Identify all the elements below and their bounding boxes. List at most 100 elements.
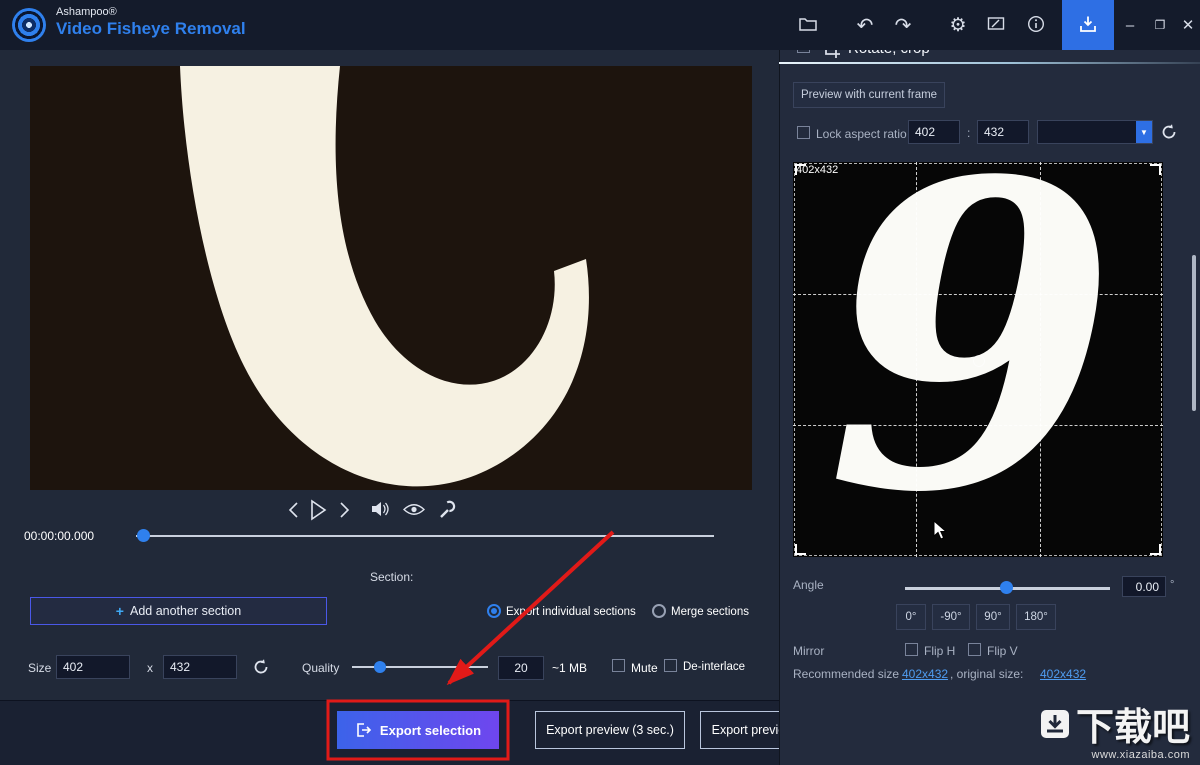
scrollbar-thumb[interactable]	[1192, 255, 1196, 411]
quality-label: Quality	[302, 661, 339, 675]
merge-sections-label: Merge sections	[671, 606, 749, 618]
folder-icon	[798, 15, 818, 35]
open-file-button[interactable]	[788, 0, 828, 50]
lock-aspect-label: Lock aspect ratio	[816, 127, 907, 141]
add-section-label: Add another section	[130, 604, 241, 618]
previous-frame-button[interactable]	[286, 501, 302, 522]
plus-icon: +	[116, 603, 124, 619]
rotate-180-button[interactable]: 180°	[1016, 604, 1056, 630]
rotate-90-button[interactable]: 90°	[976, 604, 1010, 630]
close-icon: ✕	[1182, 16, 1195, 34]
undo-icon: ↶	[857, 13, 874, 38]
angle-label: Angle	[793, 578, 824, 592]
ashampoo-logo-icon	[12, 8, 46, 42]
radio-dot	[491, 608, 497, 614]
crop-preview[interactable]: 9 402x432	[793, 162, 1163, 557]
preview-current-frame-button[interactable]: Preview with current frame	[793, 82, 945, 108]
wrench-icon	[437, 499, 457, 520]
crop-handle-bottom-left[interactable]	[795, 544, 806, 555]
play-button[interactable]	[308, 498, 328, 525]
aspect-width-input[interactable]	[908, 120, 960, 144]
angle-unit: °	[1170, 579, 1174, 591]
reset-icon	[252, 658, 270, 676]
aspect-preset-dropdown[interactable]: ▼	[1037, 120, 1153, 144]
chevron-down-icon: ▼	[1136, 121, 1152, 143]
recommended-size-label: Recommended size	[793, 667, 899, 681]
minimize-button[interactable]: –	[1116, 0, 1144, 50]
info-icon	[1027, 15, 1045, 36]
watermark-url: www.xiazaiba.com	[1076, 749, 1190, 761]
angle-value-input[interactable]	[1122, 576, 1166, 597]
undo-button[interactable]: ↶	[846, 0, 884, 50]
crop-handle-bottom-right[interactable]	[1150, 544, 1161, 555]
section-label: Section:	[370, 570, 413, 584]
eye-icon	[403, 502, 425, 517]
aspect-separator: :	[967, 126, 970, 140]
close-button[interactable]: ✕	[1176, 0, 1200, 50]
aspect-reset-button[interactable]	[1160, 123, 1178, 144]
crop-handle-top-right[interactable]	[1150, 164, 1161, 175]
minimize-icon: –	[1126, 17, 1134, 34]
mirror-label: Mirror	[793, 644, 824, 658]
tools-button[interactable]	[437, 499, 457, 523]
redo-button[interactable]: ↷	[884, 0, 922, 50]
export-selection-button[interactable]: Export selection	[337, 711, 499, 749]
export-individual-radio[interactable]	[487, 604, 501, 618]
crop-grid-line	[1040, 162, 1041, 557]
preview-toggle-button[interactable]	[403, 502, 425, 520]
export-icon	[1078, 14, 1098, 37]
app-brand: Ashampoo® Video Fisheye Removal	[56, 6, 246, 40]
add-section-button[interactable]: + Add another section	[30, 597, 327, 625]
quality-value-input[interactable]	[498, 656, 544, 680]
lock-aspect-checkbox[interactable]	[797, 126, 810, 139]
app-window: Ashampoo® Video Fisheye Removal ↶ ↷ ⚙	[0, 0, 1200, 765]
size-reset-button[interactable]	[252, 658, 270, 679]
previous-frame-icon	[286, 501, 302, 519]
original-size-link[interactable]: 402x432	[1040, 667, 1086, 681]
next-frame-button[interactable]	[336, 501, 352, 522]
mouse-cursor	[933, 520, 948, 546]
angle-slider-handle[interactable]	[1000, 581, 1013, 594]
seek-slider-track[interactable]	[136, 535, 714, 537]
crop-grid-line	[916, 162, 917, 557]
rotate-minus-90-button[interactable]: -90°	[932, 604, 970, 630]
rotation-center-marker	[973, 355, 985, 367]
seek-slider-handle[interactable]	[137, 529, 150, 542]
crop-grid-line	[793, 425, 1163, 426]
quality-slider-handle[interactable]	[374, 661, 386, 673]
video-frame-shape	[30, 66, 752, 490]
brand-top: Ashampoo®	[56, 6, 246, 19]
size-height-input[interactable]	[163, 655, 237, 679]
volume-button[interactable]	[370, 500, 390, 521]
video-preview	[30, 66, 752, 490]
next-frame-icon	[336, 501, 352, 519]
maximize-icon: ❐	[1155, 18, 1166, 32]
size-separator: x	[147, 661, 153, 675]
crop-size-label: 402x432	[796, 164, 838, 176]
info-button[interactable]	[1016, 0, 1056, 50]
volume-icon	[370, 500, 390, 518]
export-selection-icon	[355, 722, 372, 738]
feedback-button[interactable]	[977, 0, 1015, 50]
watermark-title: 下载吧	[1076, 709, 1190, 747]
watermark-logo-icon	[1040, 709, 1070, 744]
mute-label: Mute	[631, 661, 658, 675]
flip-h-checkbox[interactable]	[905, 643, 918, 656]
timecode: 00:00:00.000	[24, 529, 94, 543]
recommended-size-link[interactable]: 402x432	[902, 667, 948, 681]
rotate-0-button[interactable]: 0°	[896, 604, 926, 630]
export-mode-button[interactable]	[1062, 0, 1114, 50]
export-preview-3s-button[interactable]: Export preview (3 sec.)	[535, 711, 685, 749]
aspect-height-input[interactable]	[977, 120, 1029, 144]
merge-sections-radio[interactable]	[652, 604, 666, 618]
maximize-button[interactable]: ❐	[1146, 0, 1174, 50]
quality-slider-track[interactable]	[352, 666, 488, 668]
reset-icon	[1160, 123, 1178, 141]
size-width-input[interactable]	[56, 655, 130, 679]
file-size-estimate: ~1 MB	[552, 661, 587, 675]
settings-button[interactable]: ⚙	[938, 0, 978, 50]
watermark: 下载吧 www.xiazaiba.com	[1034, 705, 1196, 765]
deinterlace-checkbox[interactable]	[664, 659, 677, 672]
flip-v-checkbox[interactable]	[968, 643, 981, 656]
mute-checkbox[interactable]	[612, 659, 625, 672]
